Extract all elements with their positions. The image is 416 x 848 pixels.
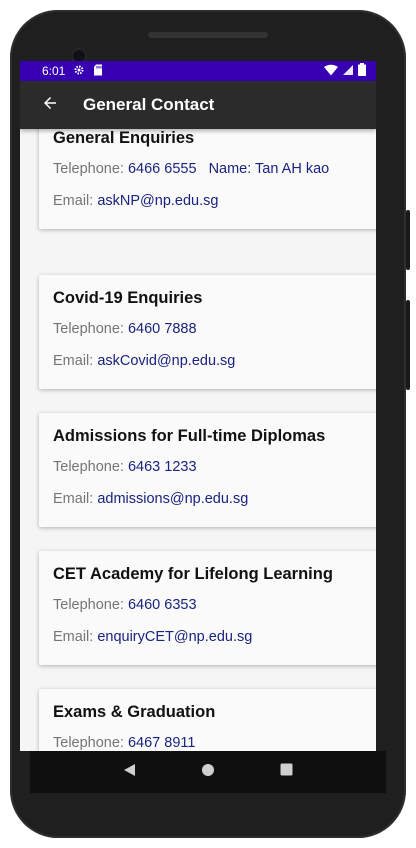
email-label: Email: — [53, 491, 94, 507]
battery-icon — [358, 63, 366, 79]
telephone-line: Telephone: 6460 6353 — [53, 597, 197, 613]
email-value[interactable]: askCovid@np.edu.sg — [97, 353, 235, 369]
nav-home-button[interactable] — [193, 757, 223, 787]
nav-recents-button[interactable] — [272, 757, 302, 787]
telephone-line: Telephone: 6463 1233 — [53, 459, 197, 475]
home-circle-icon — [201, 763, 215, 782]
card-title: Admissions for Full-time Diplomas — [53, 427, 326, 445]
telephone-label: Telephone: — [53, 321, 124, 337]
status-bar: 6:01 — [20, 61, 376, 81]
status-time: 6:01 — [42, 64, 66, 78]
recents-square-icon — [280, 763, 293, 781]
email-value[interactable]: askNP@np.edu.sg — [97, 193, 218, 209]
email-value[interactable]: enquiryCET@np.edu.sg — [97, 629, 252, 645]
email-value[interactable]: admissions@np.edu.sg — [97, 491, 248, 507]
settings-icon — [73, 64, 85, 79]
telephone-value[interactable]: 6466 6555 — [128, 161, 197, 177]
contact-card-admissions: Admissions for Full-time Diplomas Teleph… — [39, 413, 376, 527]
email-line: Email: askCovid@np.edu.sg — [53, 353, 235, 369]
email-label: Email: — [53, 629, 94, 645]
card-title: CET Academy for Lifelong Learning — [53, 565, 333, 583]
telephone-label: Telephone: — [53, 161, 124, 177]
sd-card-icon — [93, 64, 103, 79]
signal-icon — [342, 64, 354, 79]
email-line: Email: askNP@np.edu.sg — [53, 193, 218, 209]
card-title: Exams & Graduation — [53, 703, 216, 721]
back-triangle-icon — [122, 763, 136, 782]
email-label: Email: — [53, 193, 94, 209]
contact-card-covid: Covid-19 Enquiries Telephone: 6460 7888 … — [39, 275, 376, 389]
card-title: General Enquiries — [53, 129, 195, 147]
wifi-icon — [324, 64, 338, 79]
email-label: Email: — [53, 353, 94, 369]
contact-list[interactable]: General Enquiries Telephone: 6466 6555 N… — [20, 129, 376, 751]
contact-card-exams: Exams & Graduation Telephone: 6467 8911 — [39, 689, 376, 751]
contact-name: Name: Tan AH kao — [208, 161, 330, 177]
volume-button — [406, 300, 410, 390]
page-title: General Contact — [83, 95, 215, 114]
back-button[interactable] — [26, 81, 74, 129]
card-title: Covid-19 Enquiries — [53, 289, 203, 307]
telephone-label: Telephone: — [53, 459, 124, 475]
arrow-back-icon — [41, 94, 59, 117]
app-screen: 6:01 General Contact General Enquiries T… — [20, 61, 376, 751]
telephone-label: Telephone: — [53, 597, 124, 613]
telephone-line: Telephone: 6467 8911 — [53, 735, 195, 751]
app-bar: General Contact — [20, 81, 376, 129]
telephone-value[interactable]: 6463 1233 — [128, 459, 197, 475]
nav-back-button[interactable] — [114, 757, 144, 787]
email-line: Email: admissions@np.edu.sg — [53, 491, 248, 507]
speaker-grille — [148, 32, 268, 38]
telephone-line: Telephone: 6460 7888 — [53, 321, 197, 337]
telephone-value[interactable]: 6467 8911 — [128, 735, 195, 751]
telephone-label: Telephone: — [53, 735, 124, 751]
telephone-line: Telephone: 6466 6555 Name: Tan AH kao — [53, 161, 329, 177]
contact-card-general: General Enquiries Telephone: 6466 6555 N… — [39, 129, 376, 229]
email-line: Email: enquiryCET@np.edu.sg — [53, 629, 252, 645]
power-button — [406, 210, 410, 270]
telephone-value[interactable]: 6460 6353 — [128, 597, 197, 613]
contact-card-cet: CET Academy for Lifelong Learning Teleph… — [39, 551, 376, 665]
telephone-value[interactable]: 6460 7888 — [128, 321, 197, 337]
system-nav-bar — [30, 751, 386, 793]
